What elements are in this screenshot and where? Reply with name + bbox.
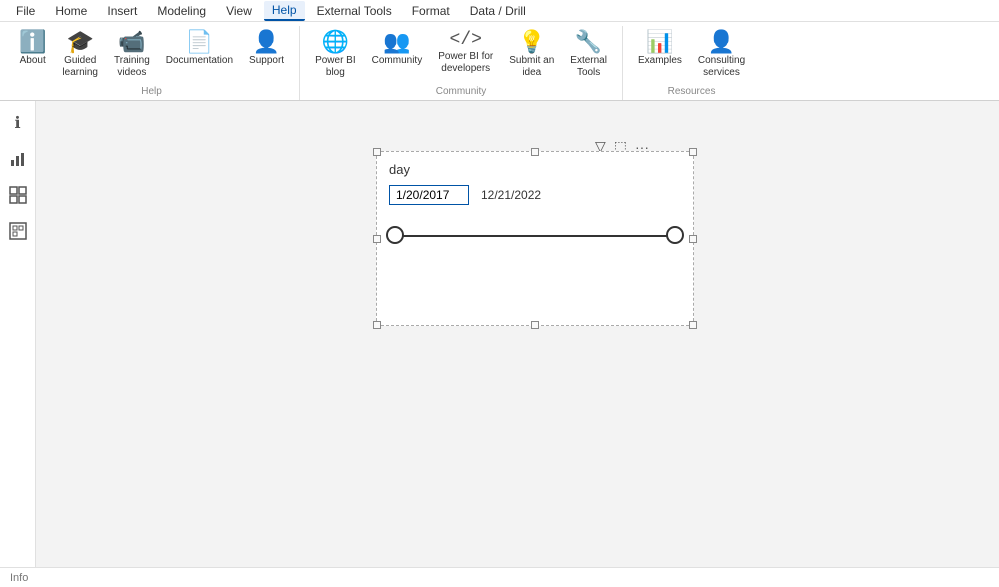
documentation-label: Documentation (166, 55, 233, 67)
about-label: About (20, 55, 46, 67)
sidebar-icon-chart[interactable] (4, 145, 32, 173)
consulting-services-label: Consultingservices (698, 55, 745, 79)
community-button[interactable]: 👥 Community (365, 26, 430, 72)
ribbon-group-help: ℹ️ About 🎓 Guidedlearning 📹 Trainingvide… (4, 26, 300, 100)
submit-idea-button[interactable]: 💡 Submit anidea (502, 26, 561, 84)
community-group-label: Community (308, 84, 614, 100)
guided-learning-label: Guidedlearning (62, 55, 98, 79)
power-bi-developers-label: Power BI fordevelopers (438, 51, 493, 75)
menu-bar: File Home Insert Modeling View Help Exte… (0, 0, 999, 22)
training-videos-button[interactable]: 📹 Trainingvideos (107, 26, 157, 84)
menu-format[interactable]: Format (404, 2, 458, 20)
resize-handle-br[interactable] (689, 321, 697, 329)
sidebar-icon-info[interactable]: ℹ (4, 109, 32, 137)
consulting-services-icon: 👤 (708, 31, 735, 53)
main-canvas: ▽ ⬚ ··· day 12/21/2022 (36, 101, 999, 567)
power-bi-blog-icon: 🌐 (322, 31, 349, 53)
slicer-title: day (389, 162, 681, 177)
sidebar-icon-table[interactable] (4, 181, 32, 209)
community-label: Community (372, 55, 423, 67)
power-bi-blog-button[interactable]: 🌐 Power BIblog (308, 26, 363, 84)
community-icon: 👥 (383, 31, 410, 53)
menu-view[interactable]: View (218, 2, 260, 20)
start-date-input[interactable] (389, 185, 469, 205)
menu-modeling[interactable]: Modeling (149, 2, 214, 20)
menu-external-tools[interactable]: External Tools (309, 2, 400, 20)
slicer-dates: 12/21/2022 (389, 185, 681, 205)
consulting-services-button[interactable]: 👤 Consultingservices (691, 26, 752, 84)
support-label: Support (249, 55, 284, 67)
resize-handle-left[interactable] (373, 235, 381, 243)
guided-learning-icon: 🎓 (67, 31, 94, 53)
external-tools-button[interactable]: 🔧 ExternalTools (563, 26, 614, 84)
examples-button[interactable]: 📊 Examples (631, 26, 689, 72)
sidebar-icon-filter[interactable] (4, 217, 32, 245)
menu-home[interactable]: Home (47, 2, 95, 20)
power-bi-developers-button[interactable]: </> Power BI fordevelopers (431, 26, 500, 80)
documentation-button[interactable]: 📄 Documentation (159, 26, 240, 72)
slicer-slider[interactable] (395, 225, 675, 247)
slider-track (395, 235, 675, 237)
page-label: Info (10, 572, 28, 584)
menu-help[interactable]: Help (264, 1, 305, 21)
resize-handle-tl[interactable] (373, 148, 381, 156)
app-body: ℹ ▽ ⬚ ··· day (0, 101, 999, 567)
resize-handle-bottom[interactable] (531, 321, 539, 329)
support-icon: 👤 (253, 31, 280, 53)
external-tools-label: ExternalTools (570, 55, 607, 79)
submit-idea-label: Submit anidea (509, 55, 554, 79)
ribbon: ℹ️ About 🎓 Guidedlearning 📹 Trainingvide… (0, 22, 999, 101)
end-date-value: 12/21/2022 (477, 186, 545, 204)
documentation-icon: 📄 (186, 31, 213, 53)
slicer-widget: day 12/21/2022 (376, 151, 694, 326)
support-button[interactable]: 👤 Support (242, 26, 291, 72)
resize-handle-bl[interactable] (373, 321, 381, 329)
training-videos-icon: 📹 (118, 31, 145, 53)
resize-handle-top[interactable] (531, 148, 539, 156)
sidebar: ℹ (0, 101, 36, 567)
resources-group-label: Resources (631, 84, 752, 100)
training-videos-label: Trainingvideos (114, 55, 150, 79)
power-bi-developers-icon: </> (450, 31, 482, 49)
guided-learning-button[interactable]: 🎓 Guidedlearning (55, 26, 105, 84)
resize-handle-tr[interactable] (689, 148, 697, 156)
about-icon: ℹ️ (19, 31, 46, 53)
resize-handle-right[interactable] (689, 235, 697, 243)
ribbon-group-community: 🌐 Power BIblog 👥 Community </> Power BI … (300, 26, 623, 100)
menu-data-drill[interactable]: Data / Drill (462, 2, 534, 20)
slider-handle-left[interactable] (386, 226, 404, 244)
ribbon-group-resources: 📊 Examples 👤 Consultingservices Resource… (623, 26, 760, 100)
menu-file[interactable]: File (8, 2, 43, 20)
examples-icon: 📊 (646, 31, 673, 53)
status-bar: Info (0, 567, 999, 587)
external-tools-icon: 🔧 (575, 31, 602, 53)
examples-label: Examples (638, 55, 682, 67)
help-group-label: Help (12, 84, 291, 100)
power-bi-blog-label: Power BIblog (315, 55, 356, 79)
slider-handle-right[interactable] (666, 226, 684, 244)
about-button[interactable]: ℹ️ About (12, 26, 53, 72)
submit-idea-icon: 💡 (518, 31, 545, 53)
menu-insert[interactable]: Insert (99, 2, 145, 20)
